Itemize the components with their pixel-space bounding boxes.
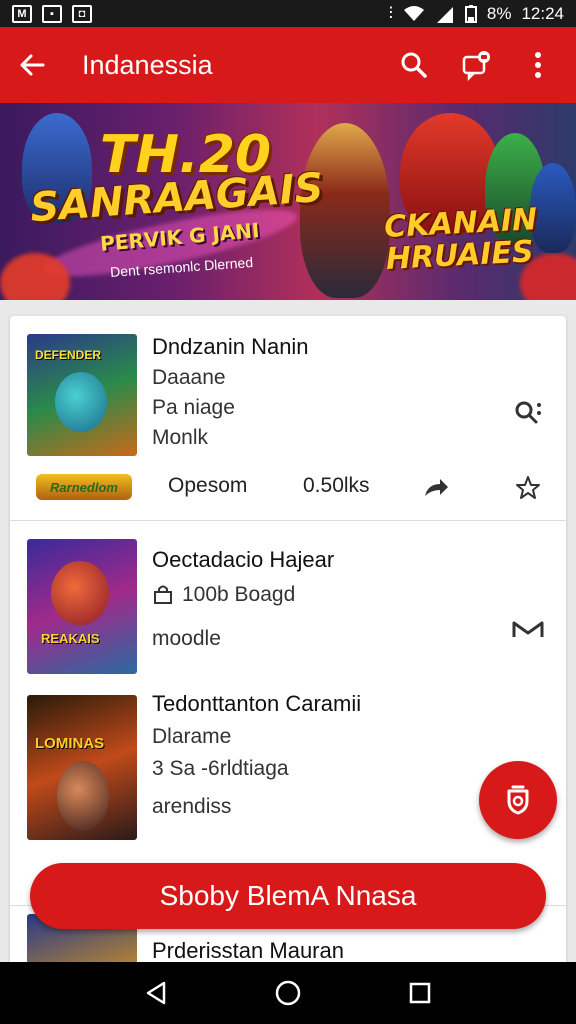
photo-notification-icon: ◘ bbox=[72, 4, 92, 23]
game-detail: Monlk bbox=[152, 426, 209, 449]
thumbnail-character bbox=[51, 561, 109, 625]
game-title: Oectadacio Hajear bbox=[152, 547, 335, 572]
game-detail: Pa niage bbox=[152, 396, 235, 419]
publisher-logo-text: Rarnedlom bbox=[50, 479, 118, 495]
mail-check-icon bbox=[512, 621, 544, 637]
favorite-button[interactable] bbox=[510, 470, 546, 506]
thumbnail-label: LOMINAS bbox=[35, 735, 105, 752]
game-thumbnail: REAKAIS bbox=[27, 539, 137, 674]
more-options-button[interactable] bbox=[518, 45, 558, 85]
thumbnail-character bbox=[57, 761, 109, 831]
status-left-icons: M ▪ ◘ bbox=[12, 4, 92, 23]
nav-recents-button[interactable] bbox=[400, 973, 440, 1013]
chat-bubble-icon bbox=[462, 51, 490, 81]
triangle-back-icon bbox=[146, 981, 166, 1005]
game-meta-count: 0.50lks bbox=[303, 474, 370, 497]
search-button[interactable] bbox=[394, 45, 434, 85]
game-detail: Daaane bbox=[152, 366, 226, 389]
publisher-logo: Rarnedlom bbox=[36, 474, 132, 500]
game-detail: Dlarame bbox=[152, 725, 232, 748]
battery-percent: 8% bbox=[486, 3, 512, 23]
search-icon bbox=[401, 52, 427, 78]
primary-cta-button[interactable]: Sboby BlemA Nnasa bbox=[30, 863, 546, 929]
square-recents-icon bbox=[409, 982, 431, 1004]
share-arrow-icon bbox=[425, 479, 448, 496]
list-item[interactable]: REAKAIS Oectadacio Hajear 100b Boagd moo… bbox=[10, 521, 566, 681]
mail-button[interactable] bbox=[510, 611, 546, 647]
nav-home-button[interactable] bbox=[268, 973, 308, 1013]
thumbnail-label: REAKAIS bbox=[41, 631, 100, 646]
nav-back-button[interactable] bbox=[136, 973, 176, 1013]
game-detail: 3 Sa -6rldtiaga bbox=[152, 757, 289, 780]
circle-home-icon bbox=[275, 980, 301, 1006]
app-bar: Indanessia bbox=[0, 27, 576, 103]
star-icon bbox=[516, 476, 540, 499]
clock: 12:24 bbox=[521, 3, 564, 23]
game-thumbnail: LOMINAS bbox=[27, 695, 137, 840]
system-navigation-bar bbox=[0, 962, 576, 1024]
search-detail-button[interactable] bbox=[510, 396, 546, 432]
image-notification-icon: ▪ bbox=[42, 4, 62, 23]
game-title: Prderisstan Mauran bbox=[152, 938, 344, 963]
game-detail: moodle bbox=[152, 627, 221, 650]
share-button[interactable] bbox=[418, 470, 454, 506]
arrow-left-icon bbox=[20, 54, 45, 76]
wifi-icon bbox=[403, 5, 424, 21]
status-bar: M ▪ ◘ ⫶ 8% 12:24 bbox=[0, 0, 576, 27]
back-button[interactable] bbox=[0, 27, 64, 103]
signal-icon bbox=[436, 6, 453, 23]
floating-action-button[interactable] bbox=[479, 761, 557, 839]
game-title: Tedonttanton Caramii bbox=[152, 691, 362, 716]
game-thumbnail: DEFENDER bbox=[27, 334, 137, 456]
battery-icon bbox=[464, 4, 477, 23]
chat-button[interactable] bbox=[456, 45, 496, 85]
search-detail-icon bbox=[515, 401, 541, 424]
game-meta-status: Opesom bbox=[168, 474, 248, 497]
game-detail: 100b Boagd bbox=[182, 583, 296, 606]
status-right: ⫶ 8% 12:24 bbox=[389, 4, 564, 24]
bag-icon bbox=[154, 585, 172, 604]
app-bar-actions bbox=[394, 45, 558, 85]
thumbnail-character bbox=[55, 372, 107, 432]
page-title: Indanessia bbox=[82, 49, 213, 80]
vibrate-icon: ⫶ bbox=[388, 3, 393, 23]
banner-right-title-line: HRUAIES bbox=[385, 234, 535, 277]
more-vert-icon bbox=[535, 52, 541, 78]
game-detail: arendiss bbox=[152, 795, 232, 818]
list-item[interactable]: DEFENDER Dndzanin Nanin Daaane Pa niage … bbox=[10, 316, 566, 520]
promo-banner[interactable]: TH.20 SANRAAGAIS PERVIK G JANI Dent rsem… bbox=[0, 103, 576, 300]
list-item[interactable]: LOMINAS Tedonttanton Caramii Dlarame 3 S… bbox=[10, 681, 566, 851]
banner-right-title: CKANAIN HRUAIES bbox=[383, 202, 539, 277]
shield-badge-icon bbox=[507, 785, 529, 815]
game-title: Dndzanin Nanin bbox=[152, 334, 309, 359]
gallery-notification-icon: M bbox=[12, 4, 32, 23]
thumbnail-label: DEFENDER bbox=[35, 348, 102, 362]
